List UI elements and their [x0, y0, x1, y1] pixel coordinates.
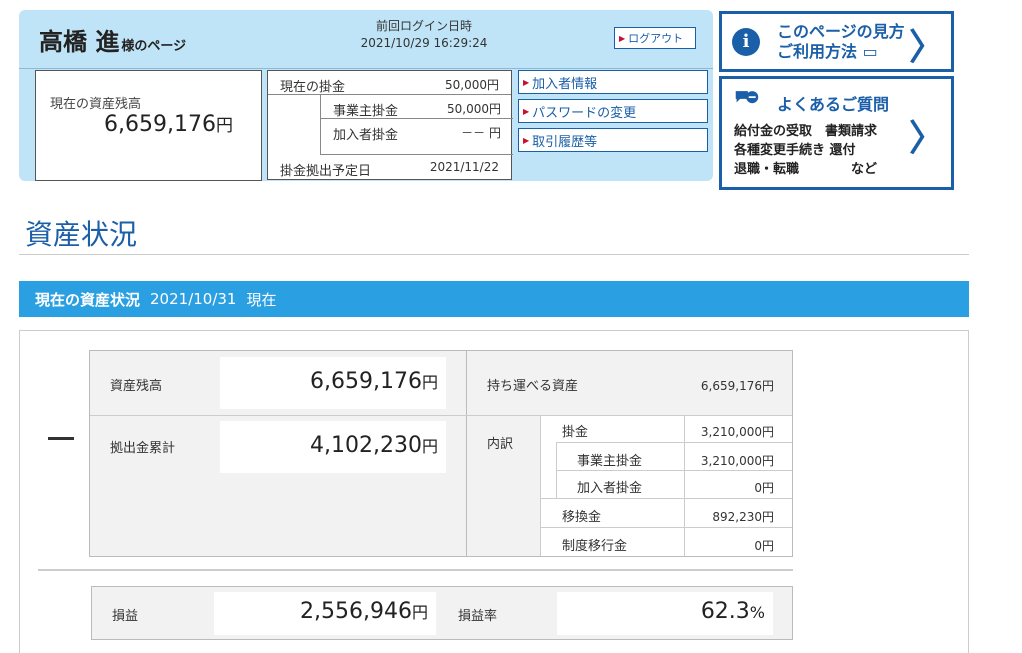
- cum-contrib-label: 拠出金累計: [110, 441, 176, 456]
- breakdown-row-label: 移換金: [562, 510, 602, 525]
- chevron-right-icon: 〉: [908, 27, 945, 68]
- balance-unit: 円: [216, 116, 233, 136]
- member-value: －－ 円: [461, 126, 501, 140]
- row-divider: [556, 470, 792, 471]
- arrow-right-icon: ▶: [523, 135, 530, 145]
- contrib-label: 現在の掛金: [280, 80, 346, 95]
- breakdown-label: 内訳: [487, 437, 514, 452]
- schedule-row: 掛金拠出予定日 2021/11/22: [268, 155, 511, 179]
- contrib-row: 現在の掛金 50,000円: [268, 71, 511, 95]
- arrow-right-icon: ▶: [523, 106, 530, 116]
- title-divider: [19, 254, 969, 255]
- user-suffix: 様のページ: [121, 39, 187, 54]
- faq-topic: 退職・転職 など: [734, 162, 878, 177]
- breakdown-row-value: 892,230円: [712, 510, 774, 524]
- column-divider: [540, 416, 541, 556]
- portable-assets-label: 持ち運べる資産: [487, 379, 579, 394]
- balance-value: 6,659,176円: [104, 111, 233, 137]
- balance-box: 現在の資産残高 6,659,176円: [35, 70, 262, 181]
- profit-rate-value: 62.3%: [557, 599, 765, 624]
- profit-amount: 2,556,946: [300, 599, 412, 624]
- section-header-label: 現在の資産状況: [35, 290, 141, 309]
- profit-rate-unit: %: [749, 603, 765, 622]
- user-name: 高橋 進様のページ: [39, 22, 186, 57]
- balance-label: 現在の資産残高: [50, 97, 142, 112]
- profit-rate-label: 損益率: [458, 609, 498, 624]
- chat-bubble-icon: [735, 91, 759, 104]
- faq-title: よくあるご質問: [777, 95, 890, 114]
- profit-rate-amount: 62.3: [700, 599, 750, 624]
- header-divider: [19, 68, 713, 69]
- schedule-value: 2021/11/22: [429, 160, 499, 174]
- chevron-right-icon: 〉: [908, 118, 945, 159]
- arrow-right-icon: ▶: [619, 33, 626, 43]
- last-login-value: 2021/10/29 16:29:24: [360, 36, 488, 50]
- cum-contrib-unit: 円: [421, 437, 438, 456]
- breakdown-row-label: 制度移行金: [562, 539, 628, 554]
- section-header-bar: 現在の資産状況 2021/10/31 現在: [19, 281, 969, 317]
- breakdown-row-label: 事業主掛金: [577, 454, 643, 469]
- link-password-change[interactable]: ▶ パスワードの変更: [518, 99, 708, 123]
- portable-assets-value: 6,659,176円: [700, 379, 774, 393]
- schedule-label: 掛金拠出予定日: [280, 164, 372, 179]
- breakdown-row-value: 3,210,000円: [700, 454, 774, 468]
- link-label: 取引履歴等: [532, 134, 598, 150]
- breakdown-row-label: 掛金: [562, 425, 589, 440]
- row-divider: [540, 498, 792, 499]
- asset-balance-unit: 円: [421, 373, 438, 392]
- profit-value: 2,556,946円: [214, 599, 428, 624]
- employer-label: 事業主掛金: [333, 104, 399, 119]
- logout-button[interactable]: ▶ ログアウト: [614, 27, 696, 49]
- profit-table: 損益 2,556,946円 損益率 62.3%: [91, 586, 793, 640]
- link-transaction-history[interactable]: ▶ 取引履歴等: [518, 128, 708, 152]
- faq-topics: 給付金の受取 書類請求 各種変更手続き 還付 退職・転職 など: [734, 122, 877, 179]
- page-title: 資産状況: [25, 218, 138, 251]
- guide-title-line1: このページの見方: [777, 22, 905, 41]
- last-login-label: 前回ログイン日時: [375, 19, 472, 33]
- profit-label: 損益: [112, 609, 139, 624]
- guide-title-line2: ご利用方法 ▭: [777, 42, 878, 61]
- faq-banner[interactable]: よくあるご質問 給付金の受取 書類請求 各種変更手続き 還付 退職・転職 など …: [719, 76, 954, 190]
- contribution-box: 現在の掛金 50,000円 事業主掛金 50,000円 加入者掛金 －－ 円 掛…: [267, 70, 513, 180]
- faq-topic: 給付金の受取 書類請求: [734, 124, 878, 139]
- cum-contrib-amount: 4,102,230: [310, 433, 422, 458]
- asset-table: 資産残高 6,659,176円 拠出金累計 4,102,230円 持ち運べる資産…: [89, 350, 793, 557]
- asset-balance-value: 6,659,176円: [220, 369, 438, 394]
- employer-row: 事業主掛金 50,000円: [320, 95, 513, 119]
- link-label: 加入者情報: [532, 76, 598, 92]
- section-divider: [38, 569, 793, 571]
- row-divider: [90, 415, 466, 416]
- balance-amount: 6,659,176: [104, 112, 216, 137]
- asset-balance-amount: 6,659,176: [310, 369, 422, 394]
- breakdown-row-value: 0円: [754, 539, 774, 553]
- guide-banner[interactable]: i このページの見方 ご利用方法 ▭ 〉: [719, 11, 954, 72]
- asset-balance-label: 資産残高: [110, 379, 163, 394]
- guide-title: このページの見方 ご利用方法 ▭: [777, 22, 905, 62]
- link-member-info[interactable]: ▶ 加入者情報: [518, 70, 708, 94]
- breakdown-row-value: 0円: [754, 481, 774, 495]
- employer-value: 50,000円: [447, 102, 501, 116]
- profit-unit: 円: [411, 603, 428, 622]
- last-login: 前回ログイン日時 2021/10/29 16:29:24: [339, 18, 509, 52]
- info-icon: i: [732, 28, 760, 56]
- column-divider: [466, 351, 467, 556]
- member-row: 加入者掛金 －－ 円: [320, 119, 513, 155]
- account-header-panel: 高橋 進様のページ 前回ログイン日時 2021/10/29 16:29:24 ▶…: [19, 10, 713, 181]
- row-divider: [556, 442, 792, 443]
- breakdown-row-label: 加入者掛金: [577, 481, 643, 496]
- contrib-value: 50,000円: [445, 78, 499, 92]
- faq-topic: 各種変更手続き 還付: [734, 143, 856, 158]
- column-divider: [684, 416, 685, 556]
- collapse-toggle-icon[interactable]: [48, 437, 74, 440]
- section-header-date: 2021/10/31: [150, 290, 237, 308]
- link-label: パスワードの変更: [532, 105, 637, 121]
- cum-contrib-value: 4,102,230円: [220, 433, 438, 458]
- breakdown-row-value: 3,210,000円: [700, 425, 774, 439]
- section-header-suffix: 現在: [246, 290, 277, 309]
- member-label: 加入者掛金: [333, 128, 399, 143]
- logout-label: ログアウト: [628, 32, 684, 45]
- arrow-right-icon: ▶: [523, 77, 530, 87]
- row-divider: [540, 527, 792, 528]
- user-name-text: 高橋 進: [39, 28, 120, 56]
